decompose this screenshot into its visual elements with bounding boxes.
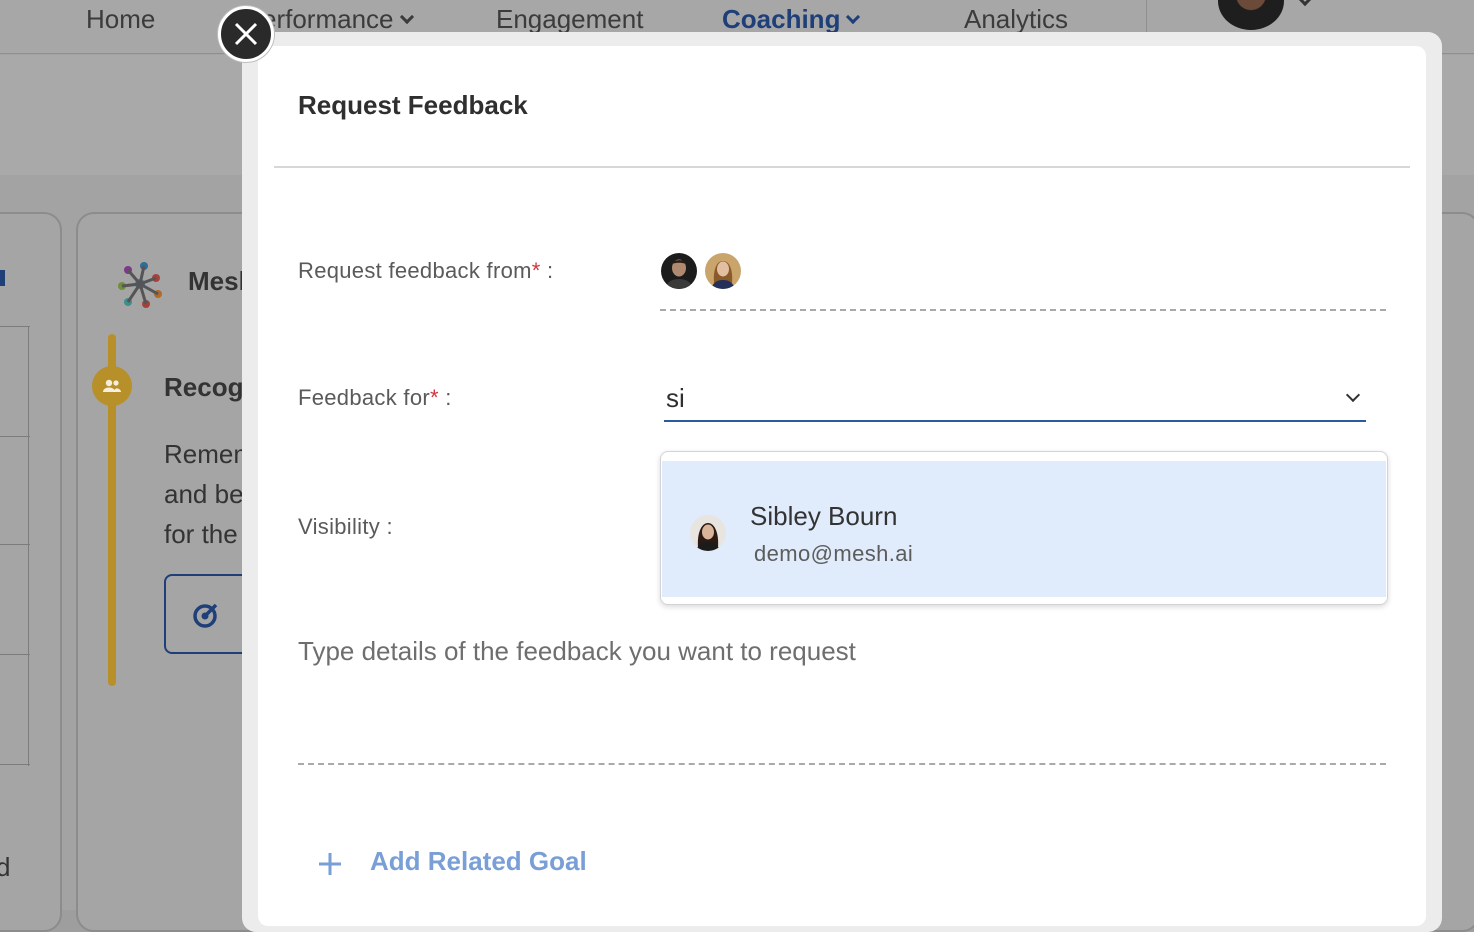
nav-analytics-label: Analytics [964, 4, 1069, 34]
suggestion-avatar [690, 515, 726, 551]
visibility-label: Visibility : [298, 514, 393, 539]
request-from-text: Request feedback from [298, 258, 532, 283]
suggestion-email: demo@mesh.ai [754, 541, 914, 566]
label-suffix: : [438, 385, 452, 410]
plus-icon [319, 853, 341, 875]
divider [0, 654, 30, 655]
person-avatar-icon [661, 253, 697, 289]
person-avatar-icon [690, 515, 726, 551]
accent-marker [0, 270, 5, 286]
divider [0, 764, 30, 765]
details-underline [298, 763, 1386, 765]
feedback-details-input[interactable] [298, 628, 1386, 764]
nav-analytics[interactable]: Analytics [964, 4, 1068, 35]
close-icon [234, 22, 258, 46]
nav-performance-label: erformance [262, 4, 394, 34]
card-text-fragment: d [0, 852, 11, 882]
required-mark: * [531, 258, 541, 283]
nav-engagement[interactable]: Engagement [496, 4, 643, 35]
suggestion-option[interactable]: Sibley Bourn demo@mesh.ai [662, 461, 1386, 597]
user-avatar[interactable] [1218, 0, 1284, 30]
feedback-for-input[interactable] [664, 376, 1366, 422]
title-divider [274, 166, 1410, 168]
divider [0, 326, 30, 327]
close-button[interactable] [218, 6, 274, 62]
divider [28, 326, 29, 766]
people-icon [103, 379, 121, 392]
person-avatar-icon [705, 253, 741, 289]
modal-title: Request Feedback [298, 90, 528, 120]
target-icon [193, 603, 218, 628]
nav-home-label: Home [86, 4, 156, 34]
required-mark: * [430, 385, 439, 410]
divider [0, 544, 30, 545]
divider [0, 436, 30, 437]
mesh-logo-icon [118, 262, 162, 308]
selected-person-avatar[interactable] [661, 253, 697, 289]
chevron-down-icon [846, 9, 861, 25]
nav-coaching-label: Coaching [722, 4, 841, 34]
selected-person-avatar[interactable] [705, 253, 741, 289]
nav-engagement-label: Engagement [496, 4, 644, 34]
nav-coaching[interactable]: Coaching [722, 4, 861, 35]
suggestion-name: Sibley Bourn [750, 501, 898, 531]
label-suffix: : [540, 258, 554, 283]
timeline-node [92, 366, 132, 406]
request-from-underline [660, 309, 1386, 311]
chevron-down-icon[interactable] [1297, 0, 1313, 7]
feedback-for-label: Feedback for* : [298, 385, 452, 411]
request-from-label: Request feedback from* : [298, 258, 553, 284]
nav-performance[interactable]: erformance [262, 4, 414, 35]
feedback-for-text: Feedback for [298, 385, 431, 410]
person-suggestions-dropdown: Sibley Bourn demo@mesh.ai [660, 451, 1388, 605]
chevron-down-icon [399, 9, 414, 25]
left-card: d [0, 212, 62, 932]
nav-home[interactable]: Home [86, 4, 155, 35]
add-related-goal-label: Add Related Goal [370, 846, 587, 876]
